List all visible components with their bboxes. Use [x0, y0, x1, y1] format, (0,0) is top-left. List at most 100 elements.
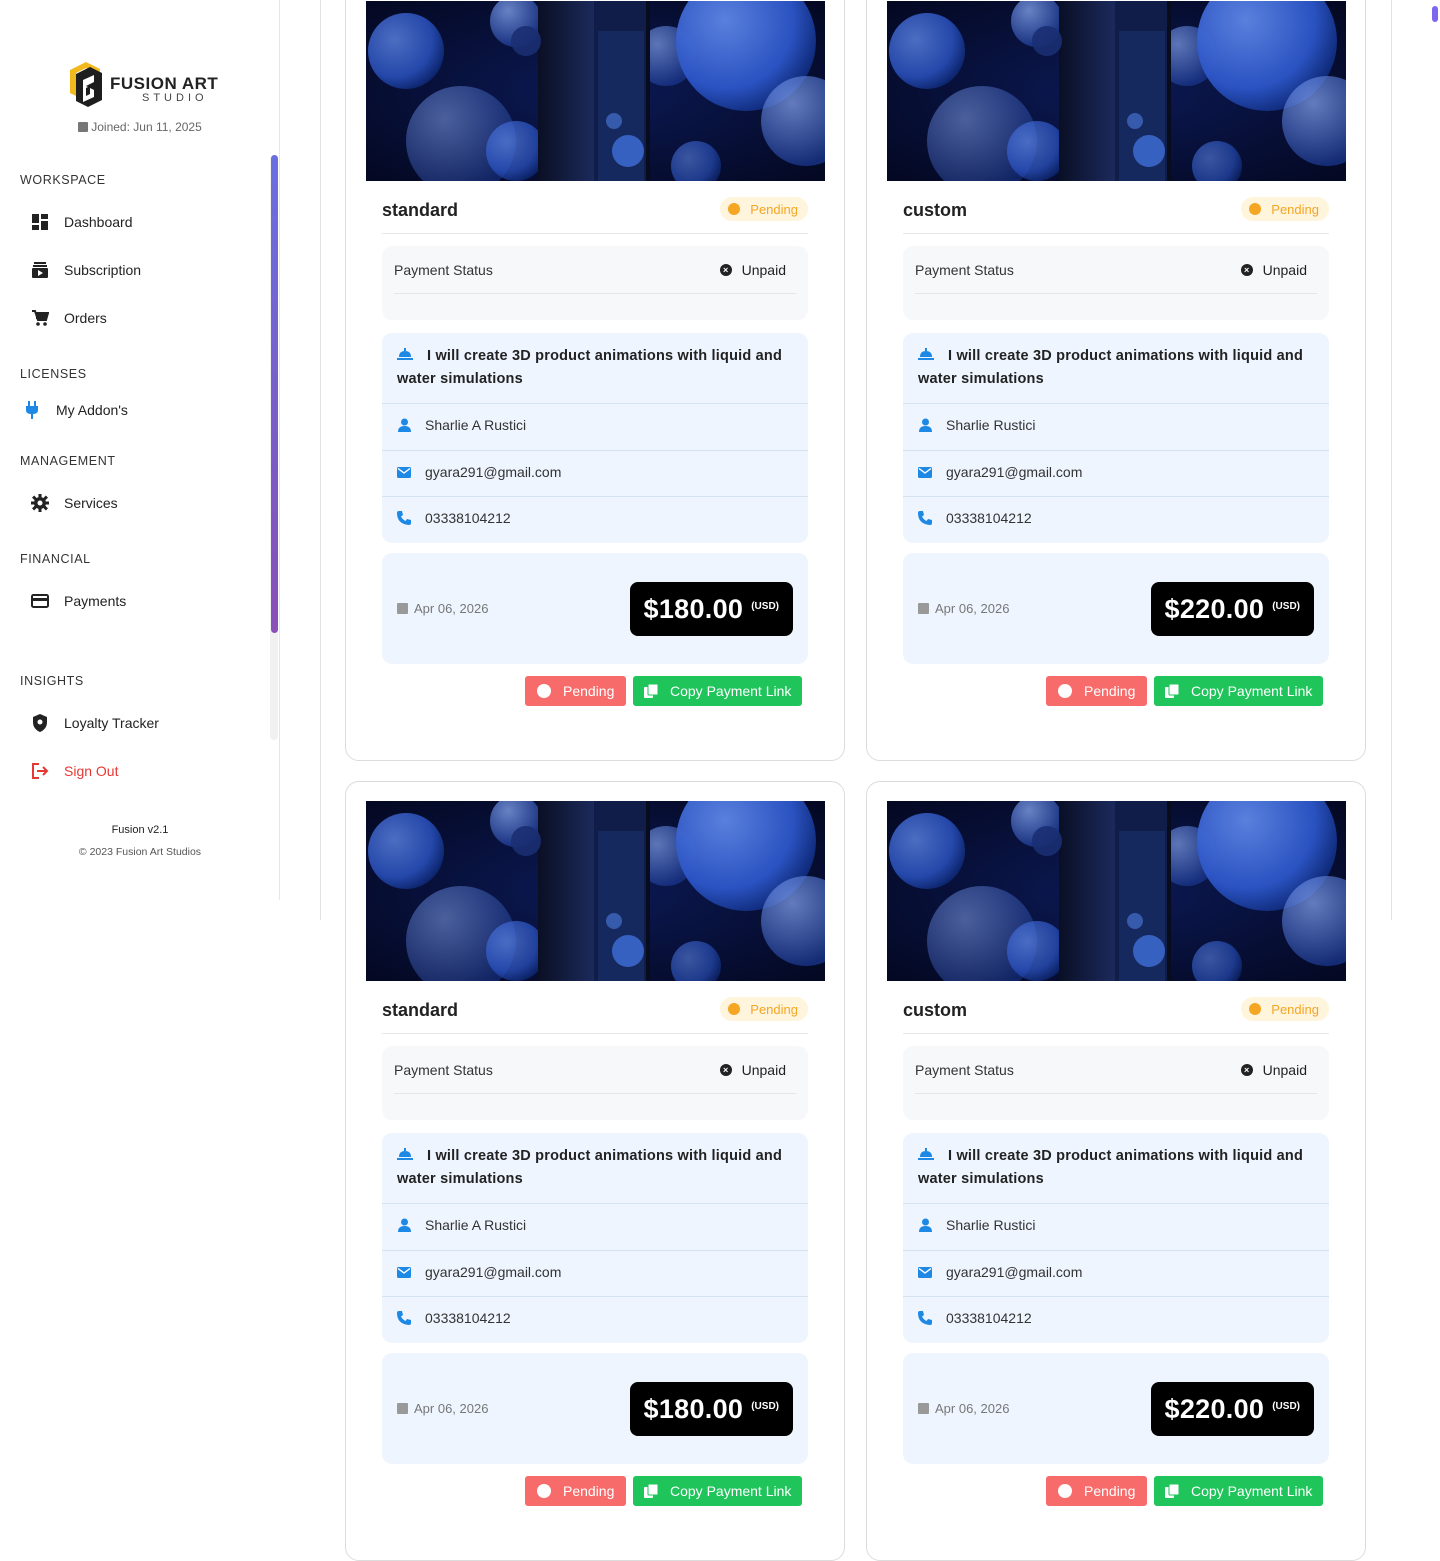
customer-email: gyara291@gmail.com [918, 1264, 1082, 1280]
section-financial: FINANCIAL [20, 552, 91, 566]
clock-icon [728, 1003, 741, 1015]
cart-icon [30, 308, 50, 328]
calendar-icon [918, 1403, 929, 1414]
customer-email: gyara291@gmail.com [397, 1264, 561, 1280]
divider [382, 450, 808, 451]
divider [382, 496, 808, 497]
logo-icon [70, 62, 102, 107]
status-badge: Pending [1241, 997, 1329, 1021]
package-title: custom [903, 200, 968, 220]
close-circle-icon: × [1240, 264, 1253, 276]
pending-button[interactable]: Pending [525, 1476, 627, 1506]
price-amount: $220.00 [1164, 1393, 1265, 1424]
copy-payment-link-button[interactable]: Copy Payment Link [633, 1476, 803, 1506]
payment-status-box: Payment Status × Unpaid [903, 1046, 1329, 1120]
divider [382, 403, 808, 404]
sidebar-item-label: Services [64, 495, 118, 511]
order-info-box: I will create 3D product animations with… [382, 333, 808, 543]
page-scrollbar-thumb[interactable] [1432, 6, 1438, 22]
payment-status-box: Payment Status × Unpaid [382, 1046, 808, 1120]
dashboard-icon [30, 212, 50, 232]
joined-date: Joined: Jun 11, 2025 [0, 120, 280, 134]
divider [903, 1250, 1329, 1251]
divider [903, 1033, 1329, 1034]
section-licenses: LICENSES [20, 367, 87, 381]
sidebar-item-orders[interactable]: Orders [30, 306, 107, 330]
clock-icon [1249, 203, 1262, 215]
payment-status-text: Unpaid [1262, 1062, 1307, 1078]
price-amount: $180.00 [643, 1393, 744, 1424]
pending-button[interactable]: Pending [1046, 676, 1148, 706]
sidebar-item-addons[interactable]: My Addon's [22, 398, 128, 422]
price-currency: (USD) [1272, 1400, 1300, 1412]
copy-payment-link-button[interactable]: Copy Payment Link [1154, 676, 1324, 706]
payment-status-label: Payment Status [915, 1062, 1014, 1078]
calendar-icon [397, 603, 408, 614]
copyright: © 2023 Fusion Art Studios [78, 846, 202, 858]
customer-phone: 03338104212 [397, 510, 511, 526]
sidebar-item-loyalty[interactable]: Loyalty Tracker [30, 711, 159, 735]
copy-payment-link-button[interactable]: Copy Payment Link [633, 676, 803, 706]
divider [903, 233, 1329, 234]
clock-icon [537, 1484, 551, 1498]
close-circle-icon: × [719, 264, 732, 276]
customer-phone: 03338104212 [918, 1310, 1032, 1326]
payment-status-value: × Unpaid [719, 262, 786, 278]
sidebar-item-subscription[interactable]: Subscription [30, 258, 141, 282]
payment-status-value: × Unpaid [719, 1062, 786, 1078]
order-info-box: I will create 3D product animations with… [382, 1133, 808, 1343]
sidebar-item-label: Dashboard [64, 214, 133, 230]
envelope-icon [397, 1265, 411, 1279]
service-title: I will create 3D product animations with… [918, 348, 1304, 387]
section-insights: INSIGHTS [20, 674, 84, 688]
divider [382, 1296, 808, 1297]
customer-name: Sharlie A Rustici [397, 1217, 526, 1233]
price-currency: (USD) [1272, 600, 1300, 612]
sidebar-item-signout[interactable]: Sign Out [30, 759, 118, 783]
sidebar-item-label: Orders [64, 310, 107, 326]
copy-icon [644, 683, 659, 698]
price-tag: $180.00 (USD) [629, 582, 793, 636]
plug-icon [22, 400, 42, 420]
payment-status-box: Payment Status × Unpaid [382, 246, 808, 320]
copy-icon [1165, 683, 1180, 698]
section-workspace: WORKSPACE [20, 173, 106, 187]
price-box: Apr 06, 2026 $220.00 (USD) [903, 553, 1329, 664]
envelope-icon [918, 465, 932, 479]
price-currency: (USD) [751, 1400, 779, 1412]
gear-icon [30, 493, 50, 513]
price-tag: $220.00 (USD) [1150, 1382, 1314, 1436]
user-icon [397, 418, 411, 432]
close-circle-icon: × [719, 1064, 732, 1076]
pending-button[interactable]: Pending [1046, 1476, 1148, 1506]
status-text: Pending [750, 201, 798, 217]
package-title: standard [382, 200, 459, 220]
sign-out-icon [30, 761, 50, 781]
divider [382, 1033, 808, 1034]
pending-button[interactable]: Pending [525, 676, 627, 706]
credit-card-icon [30, 591, 50, 611]
payment-status-text: Unpaid [741, 1062, 786, 1078]
service-bell-icon [397, 348, 413, 360]
price-tag: $220.00 (USD) [1150, 582, 1314, 636]
sidebar-scrollbar-thumb[interactable] [271, 155, 278, 633]
order-card: standard Pending Payment Status × Unpaid … [345, 781, 845, 1561]
order-date: Apr 06, 2026 [397, 601, 488, 616]
copy-icon [644, 1483, 659, 1498]
divider [394, 293, 796, 294]
customer-phone: 03338104212 [918, 510, 1032, 526]
section-management: MANAGEMENT [20, 454, 116, 468]
divider [903, 1296, 1329, 1297]
customer-name: Sharlie A Rustici [397, 417, 526, 433]
sidebar-item-services[interactable]: Services [30, 491, 118, 515]
brand-subname: STUDIO [142, 92, 208, 104]
status-badge: Pending [720, 197, 808, 221]
sidebar-item-payments[interactable]: Payments [30, 589, 126, 613]
clock-icon [1249, 1003, 1262, 1015]
sidebar-item-dashboard[interactable]: Dashboard [30, 210, 133, 234]
brand-name: FUSION ART [110, 74, 219, 93]
brand-logo[interactable]: FUSION ART STUDIO [66, 60, 219, 108]
order-card: standard Pending Payment Status × Unpaid … [345, 0, 845, 761]
customer-email: gyara291@gmail.com [918, 464, 1082, 480]
copy-payment-link-button[interactable]: Copy Payment Link [1154, 1476, 1324, 1506]
